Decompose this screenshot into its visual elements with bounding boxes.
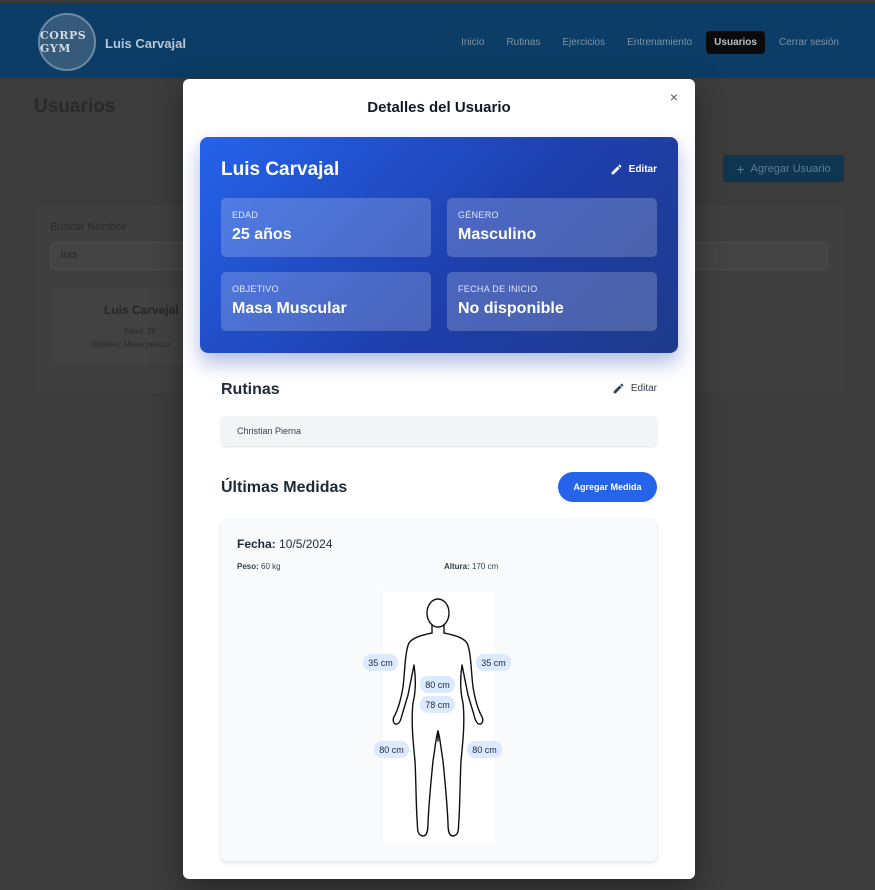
nav-usuarios[interactable]: Usuarios [706,31,765,54]
body-diagram [383,591,493,843]
nav-cerrar-sesion[interactable]: Cerrar sesión [771,31,847,54]
pencil-icon [613,383,624,394]
routines-title: Rutinas [221,381,280,398]
plus-icon: + [736,160,745,177]
stat-gender: GÉNERO Masculino [447,198,657,257]
profile-edit-button[interactable]: Editar [610,163,657,176]
routines-edit-button[interactable]: Editar [612,382,657,395]
navbar: CORPS GYM Luis Carvajal Inicio Rutinas E… [0,0,875,78]
weight-label: Peso: [237,562,259,571]
measurements-title: Últimas Medidas [221,479,348,496]
profile-name: Luis Carvajal [221,159,340,180]
left-leg-measure: 80 cm [374,741,409,758]
height-label: Altura: [444,562,470,571]
date-label: Fecha: [237,537,276,551]
waist-measure: 78 cm [420,696,455,713]
navbar-user-name: Luis Carvajal [105,36,186,51]
close-icon[interactable]: × [665,88,683,106]
modal-title: Detalles del Usuario [367,99,511,116]
right-leg-measure: 80 cm [467,741,502,758]
stat-gender-label: GÉNERO [458,210,499,220]
stat-goal-label: OBJETIVO [232,284,279,294]
stat-age-value: 25 años [232,226,292,243]
stat-goal-value: Masa Muscular [232,300,347,317]
stat-gender-value: Masculino [458,226,537,243]
user-details-modal: Detalles del Usuario × Luis Carvajal Edi… [183,79,695,879]
page-title: Usuarios [34,96,116,117]
nav-entrenamiento[interactable]: Entrenamiento [619,31,700,54]
height-field: Altura: 170 cm [444,562,498,571]
routines-edit-label: Editar [630,383,657,394]
routine-item[interactable]: Christian Pierna [221,416,657,446]
nav-ejercicios[interactable]: Ejercicios [554,31,613,54]
stat-age-label: EDAD [232,210,259,220]
user-card-goal: Objetivo: Masa muscu [90,340,170,349]
user-card-age: Edad: 25 [124,327,157,336]
stat-age: EDAD 25 años [221,198,431,257]
user-card-name: Luis Carvajal [104,303,179,317]
nav-rutinas[interactable]: Rutinas [498,31,548,54]
weight-field: Peso: 60 kg [237,562,281,571]
date-value: 10/5/2024 [279,537,333,551]
weight-value: 60 kg [261,562,281,571]
human-body-outline [392,598,484,837]
add-user-button[interactable]: + Agregar Usuario [723,155,844,182]
pencil-icon [611,164,622,175]
measurement-date: Fecha: 10/5/2024 [237,537,332,551]
measurement-card: Fecha: 10/5/2024 Peso: 60 kg Altura: 170… [221,519,657,861]
search-label: Buscar Nombre [50,221,127,233]
stat-start-date: FECHA DE INICIO No disponible [447,272,657,331]
stat-start-date-label: FECHA DE INICIO [458,284,538,294]
stat-goal: OBJETIVO Masa Muscular [221,272,431,331]
logo-text: CORPS GYM [40,29,87,55]
gym-logo[interactable]: CORPS GYM [38,13,96,71]
add-measurement-button[interactable]: Agregar Medida [558,472,657,502]
profile-card: Luis Carvajal Editar EDAD 25 años GÉNERO… [200,137,678,353]
right-arm-measure: 35 cm [476,654,511,671]
stat-start-date-value: No disponible [458,300,564,317]
left-arm-measure: 35 cm [363,654,398,671]
height-value: 170 cm [472,562,499,571]
profile-edit-label: Editar [628,164,657,175]
chest-measure: 80 cm [420,676,455,693]
nav-menu: Inicio Rutinas Ejercicios Entrenamiento … [453,31,847,54]
nav-inicio[interactable]: Inicio [453,31,492,54]
add-user-label: Agregar Usuario [750,162,831,175]
